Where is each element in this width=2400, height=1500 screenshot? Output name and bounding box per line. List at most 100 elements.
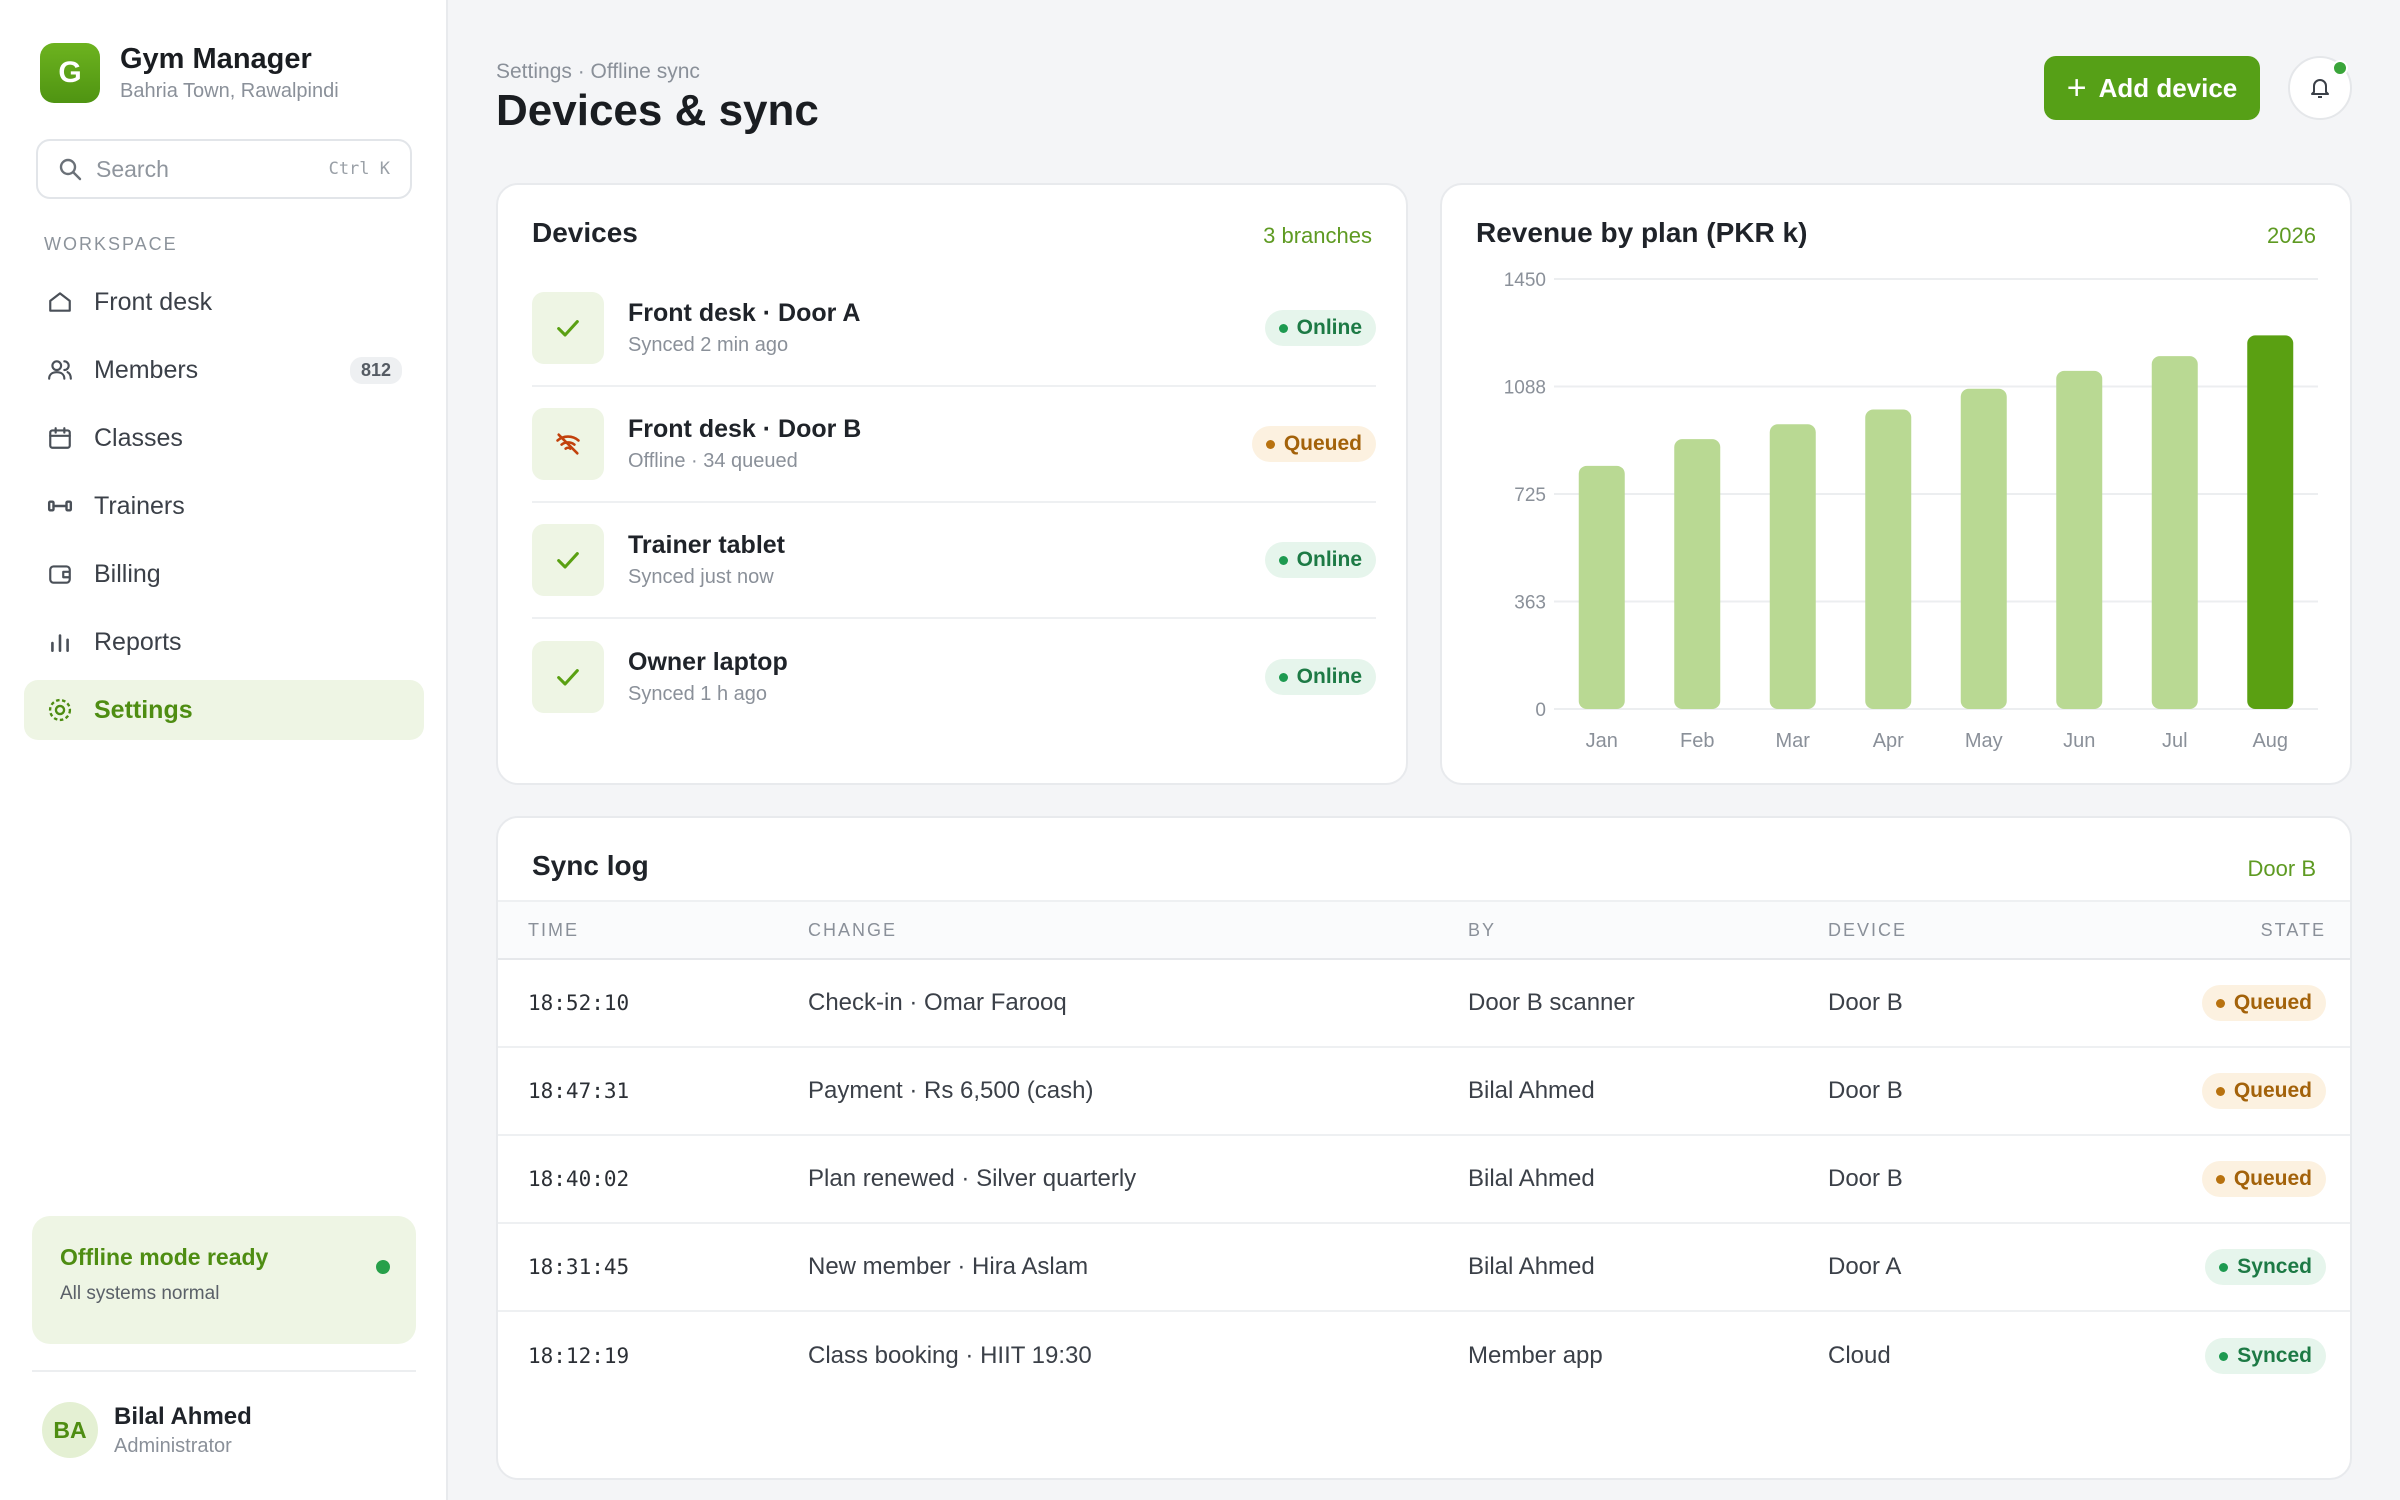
status-badge: Online — [1264, 659, 1376, 695]
device-row[interactable]: Front desk · Door B Offline · 34 queued … — [532, 387, 1376, 503]
add-device-button[interactable]: + Add device — [2044, 56, 2260, 120]
device-row[interactable]: Trainer tablet Synced just now Online — [532, 503, 1376, 619]
sidebar-item-front-desk[interactable]: Front desk — [24, 272, 424, 332]
search-shortcut: Ctrl K — [328, 159, 390, 179]
table-row[interactable]: 18:12:19 Class booking · HIIT 19:30 Memb… — [498, 1312, 2350, 1400]
devices-branches-link[interactable]: 3 branches — [1263, 223, 1372, 249]
device-status-text: Synced 1 h ago — [628, 683, 767, 705]
sidebar-item-label: Billing — [94, 559, 161, 588]
home-icon — [46, 288, 74, 316]
user-profile[interactable]: BA Bilal Ahmed Administrator — [42, 1402, 252, 1458]
device-name: Owner laptop — [628, 648, 788, 676]
check-icon — [532, 641, 604, 713]
table-row[interactable]: 18:40:02 Plan renewed · Silver quarterly… — [498, 1136, 2350, 1224]
column-header-state[interactable]: STATE — [2261, 920, 2326, 941]
x-tick-label: Jun — [2063, 730, 2095, 752]
x-tick-label: Apr — [1873, 730, 1904, 752]
x-tick-label: Aug — [2252, 730, 2288, 752]
bar-mar — [1769, 424, 1816, 709]
device-row[interactable]: Owner laptop Synced 1 h ago Online — [532, 619, 1376, 735]
column-header-time[interactable]: TIME — [528, 920, 579, 941]
add-device-label: Add device — [2098, 72, 2238, 103]
table-row[interactable]: 18:52:10 Check-in · Omar Farooq Door B s… — [498, 960, 2350, 1048]
log-time: 18:40:02 — [528, 1167, 630, 1191]
log-change: Payment · Rs 6,500 (cash) — [808, 1077, 1094, 1104]
x-tick-label: Jul — [2162, 730, 2188, 752]
column-header-device[interactable]: DEVICE — [1828, 920, 1907, 941]
devices-card: Devices 3 branches Front desk · Door A S… — [496, 183, 1408, 785]
status-badge: Synced — [2205, 1338, 2326, 1374]
search-input[interactable]: Search Ctrl K — [36, 139, 412, 199]
log-by: Bilal Ahmed — [1468, 1165, 1595, 1192]
device-list: Front desk · Door A Synced 2 min ago Onl… — [532, 271, 1376, 735]
wallet-icon — [46, 560, 74, 588]
sync-log-filter[interactable]: Door B — [2248, 856, 2316, 882]
bar-jul — [2151, 356, 2198, 709]
device-name: Front desk · Door B — [628, 415, 862, 443]
sync-log-table: TIME CHANGE BY DEVICE STATE 18:52:10 Che… — [498, 900, 2350, 1400]
y-tick-label: 363 — [1514, 593, 1546, 614]
wifi-off-icon — [532, 408, 604, 480]
log-by: Door B scanner — [1468, 989, 1635, 1016]
status-badge: Queued — [2201, 1161, 2326, 1197]
sync-log-card: Sync log Door B TIME CHANGE BY DEVICE ST… — [496, 816, 2352, 1480]
log-device: Door B — [1828, 1165, 1903, 1192]
column-header-change[interactable]: CHANGE — [808, 920, 897, 941]
status-badge: Queued — [2201, 985, 2326, 1021]
gear-icon — [46, 696, 74, 724]
device-status-text: Offline · 34 queued — [628, 450, 798, 472]
brand-logo: G — [40, 43, 100, 103]
avatar: BA — [42, 1402, 98, 1458]
y-tick-label: 0 — [1535, 700, 1546, 721]
sidebar-item-classes[interactable]: Classes — [24, 408, 424, 468]
workspace-label: WORKSPACE — [44, 234, 178, 254]
users-icon — [46, 356, 74, 384]
sidebar-item-label: Trainers — [94, 491, 185, 520]
brand: G Gym Manager Bahria Town, Rawalpindi — [40, 42, 339, 104]
sidebar-item-label: Members — [94, 355, 199, 384]
check-icon — [532, 524, 604, 596]
dumbbell-icon — [46, 492, 74, 520]
table-row[interactable]: 18:47:31 Payment · Rs 6,500 (cash) Bilal… — [498, 1048, 2350, 1136]
check-icon — [532, 292, 604, 364]
table-row[interactable]: 18:31:45 New member · Hira Aslam Bilal A… — [498, 1224, 2350, 1312]
sync-log-title: Sync log — [532, 850, 649, 881]
device-name: Trainer tablet — [628, 531, 785, 559]
device-row[interactable]: Front desk · Door A Synced 2 min ago Onl… — [532, 271, 1376, 387]
offline-title: Offline mode ready — [60, 1244, 269, 1270]
bar-may — [1960, 388, 2007, 709]
log-device: Door A — [1828, 1253, 1902, 1280]
log-device: Door B — [1828, 989, 1903, 1016]
log-change: Check-in · Omar Farooq — [808, 989, 1067, 1016]
bar-aug — [2247, 335, 2294, 709]
members-count-badge: 812 — [349, 356, 402, 384]
sidebar-item-settings[interactable]: Settings — [24, 680, 424, 740]
revenue-chart-card: Revenue by plan (PKR k) 2026 0 363 725 1088… — [1440, 183, 2352, 785]
user-name: Bilal Ahmed — [114, 1402, 252, 1430]
sidebar-item-trainers[interactable]: Trainers — [24, 476, 424, 536]
log-change: Plan renewed · Silver quarterly — [808, 1165, 1137, 1192]
y-tick-label: 725 — [1514, 485, 1546, 506]
status-badge: Online — [1264, 310, 1376, 346]
notifications-button[interactable] — [2288, 56, 2352, 120]
table-header: TIME CHANGE BY DEVICE STATE — [498, 900, 2350, 960]
sidebar: G Gym Manager Bahria Town, Rawalpindi Se… — [0, 0, 448, 1500]
brand-name: Gym Manager — [120, 43, 312, 75]
sidebar-item-label: Classes — [94, 423, 183, 452]
device-status-text: Synced 2 min ago — [628, 334, 789, 356]
page-title: Devices & sync — [496, 86, 819, 135]
sidebar-item-reports[interactable]: Reports — [24, 612, 424, 672]
y-tick-label: 1088 — [1504, 378, 1546, 399]
log-by: Bilal Ahmed — [1468, 1077, 1595, 1104]
status-badge: Queued — [1251, 426, 1376, 462]
sidebar-item-members[interactable]: Members 812 — [24, 340, 424, 400]
x-tick-label: May — [1965, 730, 2003, 752]
calendar-icon — [46, 424, 74, 452]
status-badge: Queued — [2201, 1073, 2326, 1109]
column-header-by[interactable]: BY — [1468, 920, 1496, 941]
log-device: Door B — [1828, 1077, 1903, 1104]
sidebar-item-billing[interactable]: Billing — [24, 544, 424, 604]
bar-jan — [1578, 465, 1625, 709]
revenue-bar-chart: 0 363 725 1088 1450 Jan Feb Mar Apr May Jun Jul Aug — [1504, 270, 2318, 752]
devices-title: Devices — [532, 217, 638, 248]
